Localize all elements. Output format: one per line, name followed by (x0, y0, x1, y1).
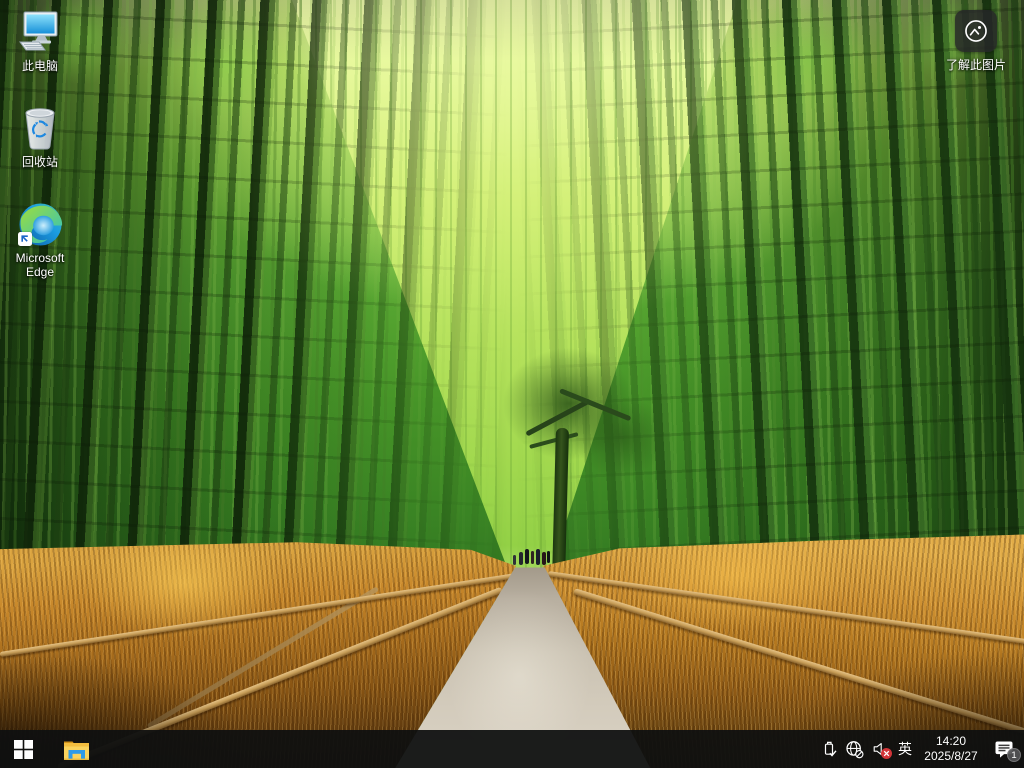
desktop-icon-label: Microsoft Edge (1, 251, 79, 280)
clock-date: 2025/8/27 (920, 749, 982, 764)
desktop-icon-label: 回收站 (22, 155, 58, 169)
spotlight-label: 了解此图片 (946, 58, 1006, 72)
desktop-screen: 此电脑 回收站 (0, 0, 1024, 768)
taskbar-clock[interactable]: 14:20 2025/8/27 (918, 734, 984, 763)
spotlight-image-icon (955, 10, 997, 52)
file-explorer-icon (63, 738, 90, 761)
desktop-icon-this-pc[interactable]: 此电脑 (0, 6, 80, 73)
taskbar: 英 14:20 2025/8/27 1 (0, 730, 1024, 768)
desktop-icon-label: 此电脑 (22, 59, 58, 73)
usb-safely-remove-icon[interactable] (817, 730, 842, 768)
volume-muted-icon[interactable] (867, 730, 892, 768)
desktop-icon-microsoft-edge[interactable]: Microsoft Edge (0, 198, 80, 280)
windows-start-icon (14, 740, 33, 759)
ime-language-indicator[interactable]: 英 (892, 730, 918, 768)
desktop-icon-recycle-bin[interactable]: 回收站 (0, 102, 80, 169)
recycle-bin-icon (16, 104, 64, 152)
action-center-button[interactable]: 1 (984, 730, 1024, 768)
wallpaper-vignette (0, 0, 1024, 768)
spotlight-learn-about-picture[interactable]: 了解此图片 (934, 10, 1018, 72)
shortcut-arrow-icon (18, 232, 32, 246)
microsoft-edge-icon (16, 200, 64, 248)
volume-mute-badge (881, 748, 892, 759)
this-pc-icon (16, 8, 64, 56)
network-globe-no-internet-icon[interactable] (842, 730, 867, 768)
file-explorer-button[interactable] (54, 730, 98, 768)
notification-count-badge: 1 (1007, 748, 1021, 762)
wallpaper-bamboo-forest (0, 0, 1024, 768)
clock-time: 14:20 (920, 734, 982, 749)
start-button[interactable] (0, 730, 46, 768)
system-tray: 英 14:20 2025/8/27 1 (817, 730, 1024, 768)
